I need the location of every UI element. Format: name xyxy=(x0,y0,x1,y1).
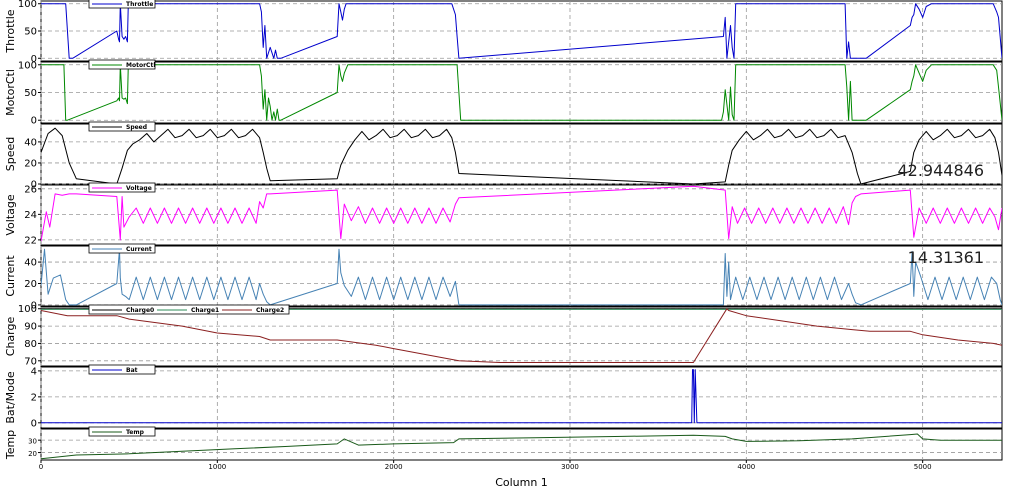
y-tick-label: 26 xyxy=(24,184,37,195)
x-tick-label: 4000 xyxy=(737,463,755,471)
y-axis-label: Current xyxy=(4,255,17,297)
y-tick-label: 0 xyxy=(31,418,37,429)
y-axis-label: Charge xyxy=(4,317,17,357)
x-tick-label: 5000 xyxy=(914,463,932,471)
panel-frame xyxy=(40,428,1003,461)
legend: Current xyxy=(88,243,156,254)
legend: Charge0 Charge1 Charge2 xyxy=(88,304,290,315)
panel-temp: 20 30 Temp Temp xyxy=(4,426,1003,461)
panel-speed: 02040SpeedSpeed42.944846 xyxy=(4,121,1003,191)
panel-frame xyxy=(40,306,1003,367)
stacked-line-chart: 050100ThrottleThrottle050100MotorCtlMoto… xyxy=(4,0,1003,489)
x-tick-label: 1000 xyxy=(208,463,226,471)
y-tick-label: 30 xyxy=(28,438,37,446)
panel-voltage: 22 24 26 Voltage Voltage xyxy=(4,182,1003,246)
x-tick-label: 0 xyxy=(39,463,43,471)
panel-frame xyxy=(40,184,1003,246)
y-tick-label: 4 xyxy=(31,366,37,377)
legend-entry: Bat xyxy=(126,367,138,374)
y-tick-label: 50 xyxy=(24,27,37,38)
panel-frame xyxy=(40,366,1003,429)
legend-entry: Charge2 xyxy=(256,307,284,314)
panel-frame xyxy=(40,0,1003,62)
x-axis-label: Column 1 xyxy=(495,476,548,489)
legend-entry: Speed xyxy=(126,124,147,131)
y-axis-label: MotorCtl xyxy=(4,69,17,116)
y-tick-label: 100 xyxy=(18,0,37,10)
panel-throttle: 050100ThrottleThrottle xyxy=(4,0,1003,65)
legend-entry: Charge0 xyxy=(126,307,154,314)
legend-entry: Temp xyxy=(126,429,145,436)
value-readout: 42.944846 xyxy=(897,161,984,180)
y-tick-label: 24 xyxy=(24,210,37,221)
y-tick-label: 90 xyxy=(24,322,37,333)
legend-entry: Voltage xyxy=(126,185,152,192)
panel-frame xyxy=(40,61,1003,124)
legend: Bat xyxy=(88,364,156,375)
y-tick-label: 22 xyxy=(24,235,37,246)
y-tick-label: 100 xyxy=(18,60,37,71)
y-tick-label: 0 xyxy=(31,116,37,127)
value-readout: 14.31361 xyxy=(908,248,984,267)
chart-window: 0 50 100 Throttle Throttle 0 50 100 MotorCtl Moto… xyxy=(0,0,1024,493)
y-tick-label: 40 xyxy=(24,258,37,269)
panel-current: 02040CurrentCurrent 14.31361 xyxy=(4,243,1003,311)
panel-bat-mode: 0 2 4 Bat/Mode Bat xyxy=(4,364,1003,429)
y-tick-label: 50 xyxy=(24,88,37,99)
x-tick-label: 3000 xyxy=(561,463,579,471)
legend-entry: MotorCtl xyxy=(126,62,155,69)
y-tick-label: 100 xyxy=(18,304,37,315)
legend-entry: Throttle xyxy=(126,1,153,8)
y-axis-label: Voltage xyxy=(4,194,17,235)
y-tick-label: 80 xyxy=(24,339,37,350)
legend: Throttle xyxy=(88,0,156,9)
y-axis-label: Speed xyxy=(4,137,17,171)
legend: Temp xyxy=(88,426,156,437)
panel-motorctl: 050100MotorCtlMotorCtl xyxy=(4,59,1003,127)
y-tick-label: 20 xyxy=(24,158,37,169)
panel-charge: 708090100ChargeCharge0 Charge1 Charge2 xyxy=(4,304,1003,367)
legend: Voltage xyxy=(88,182,156,193)
y-axis-label: Bat/Mode xyxy=(4,371,17,424)
y-tick-label: 2 xyxy=(31,392,37,403)
y-axis-label: Temp xyxy=(4,430,17,460)
legend-entry: Charge1 xyxy=(191,307,219,314)
legend-entry: Current xyxy=(126,246,152,253)
legend: MotorCtl xyxy=(88,59,156,70)
legend: Speed xyxy=(88,121,156,132)
y-tick-label: 20 xyxy=(28,450,37,458)
y-tick-label: 40 xyxy=(24,137,37,148)
y-tick-label: 20 xyxy=(24,279,37,290)
y-axis-label: Throttle xyxy=(4,9,17,53)
x-tick-label: 2000 xyxy=(385,463,403,471)
